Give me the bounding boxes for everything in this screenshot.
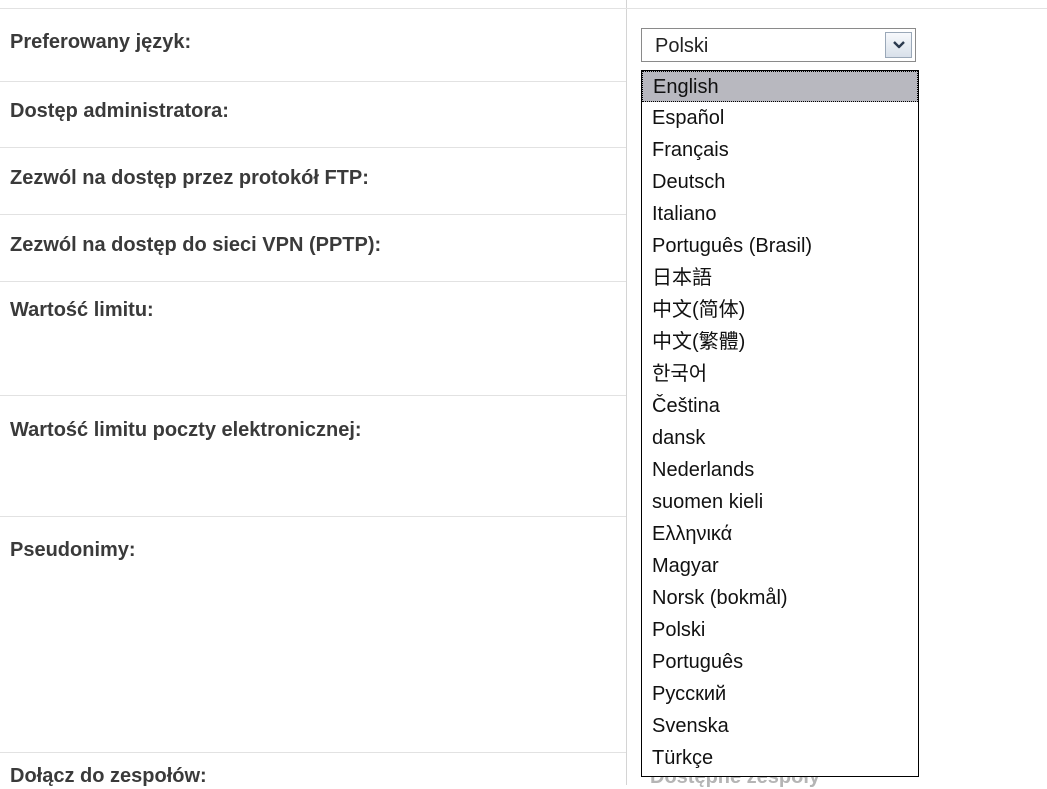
row-separator [0, 214, 626, 215]
language-option[interactable]: Čeština [642, 391, 918, 422]
preferred-language-label: Preferowany język: [10, 31, 192, 53]
language-select-value: Polski [655, 35, 709, 57]
language-option[interactable]: Русский [642, 679, 918, 710]
email-quota-label: Wartość limitu poczty elektronicznej: [10, 419, 362, 441]
language-option[interactable]: Deutsch [642, 167, 918, 198]
language-option[interactable]: Français [642, 135, 918, 166]
language-option[interactable]: Italiano [642, 199, 918, 230]
row-separator [0, 281, 626, 282]
language-option[interactable]: 日本語 [642, 263, 918, 294]
language-option[interactable]: Português (Brasil) [642, 231, 918, 262]
language-option[interactable]: Ελληνικά [642, 519, 918, 550]
admin-access-label: Dostęp administratora: [10, 100, 229, 122]
language-option[interactable]: Türkçe [642, 743, 918, 774]
row-separator [0, 752, 626, 753]
row-separator [0, 516, 626, 517]
language-option[interactable]: Svenska [642, 711, 918, 742]
language-option[interactable]: English [642, 71, 918, 102]
language-option[interactable]: 中文(繁體) [642, 327, 918, 358]
quota-label: Wartość limitu: [10, 299, 154, 321]
language-dropdown-list[interactable]: English Español Français Deutsch Italian… [641, 70, 919, 777]
language-option[interactable]: Polski [642, 615, 918, 646]
row-separator [0, 147, 626, 148]
language-option[interactable]: Nederlands [642, 455, 918, 486]
language-option[interactable]: 한국어 [642, 359, 918, 390]
language-option[interactable]: Português [642, 647, 918, 678]
vpn-access-label: Zezwól na dostęp do sieci VPN (PPTP): [10, 234, 382, 256]
language-option[interactable]: Magyar [642, 551, 918, 582]
row-separator [0, 81, 626, 82]
column-divider [626, 0, 627, 785]
language-option[interactable]: Español [642, 103, 918, 134]
language-option[interactable]: suomen kieli [642, 487, 918, 518]
language-option[interactable]: 中文(简体) [642, 295, 918, 326]
dropdown-arrow-button[interactable] [885, 32, 912, 58]
aliases-label: Pseudonimy: [10, 539, 136, 561]
language-option[interactable]: Norsk (bokmål) [642, 583, 918, 614]
ftp-access-label: Zezwól na dostęp przez protokół FTP: [10, 167, 369, 189]
language-option[interactable]: dansk [642, 423, 918, 454]
row-separator [0, 8, 1047, 9]
row-separator [0, 395, 626, 396]
chevron-down-icon [892, 41, 905, 49]
language-select[interactable]: Polski [641, 28, 916, 62]
